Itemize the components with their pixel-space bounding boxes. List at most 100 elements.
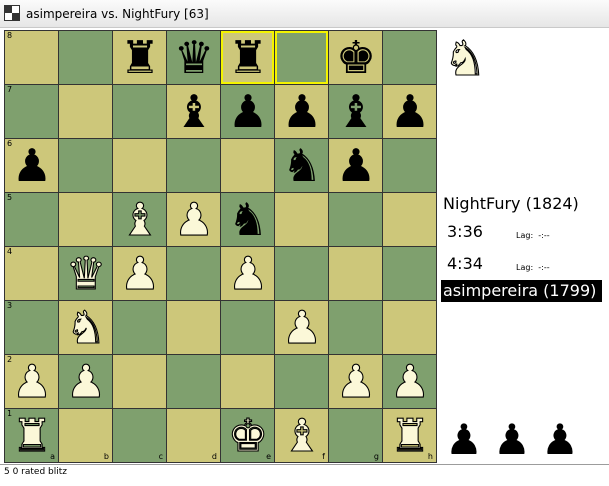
square-d4[interactable]	[167, 247, 221, 301]
black-bishop-piece[interactable]: ♝	[329, 85, 383, 139]
black-queen-piece[interactable]: ♛	[167, 31, 221, 85]
square-a4[interactable]: 4	[5, 247, 59, 301]
square-c4[interactable]: ♟	[113, 246, 167, 301]
black-king-piece[interactable]: ♚	[329, 31, 383, 85]
black-pawn-piece[interactable]: ♟	[5, 139, 59, 193]
rank-label: 3	[7, 301, 13, 310]
white-king-piece[interactable]: ♚	[221, 408, 275, 463]
white-rook-piece[interactable]: ♜	[5, 408, 59, 463]
square-h8[interactable]	[383, 31, 437, 85]
square-g3[interactable]	[329, 301, 383, 355]
white-pawn-piece[interactable]: ♟	[221, 246, 275, 301]
square-a1[interactable]: 1 a ♜	[5, 408, 59, 463]
square-b5[interactable]	[59, 193, 113, 247]
square-c3[interactable]	[113, 301, 167, 355]
square-a8[interactable]: 8	[5, 31, 59, 85]
square-f7[interactable]: ♟	[275, 85, 329, 139]
square-b8[interactable]	[59, 31, 113, 85]
square-h2[interactable]: ♟	[383, 354, 437, 409]
white-bishop-piece[interactable]: ♝	[113, 192, 167, 247]
square-g8[interactable]: ♚	[329, 31, 383, 85]
white-pawn-piece[interactable]: ♟	[383, 354, 437, 409]
square-b7[interactable]	[59, 85, 113, 139]
square-a5[interactable]: 5	[5, 193, 59, 247]
square-h3[interactable]	[383, 301, 437, 355]
square-c1[interactable]: c	[113, 409, 167, 463]
square-d8[interactable]: ♛	[167, 31, 221, 85]
square-a6[interactable]: 6 ♟	[5, 139, 59, 193]
window-titlebar[interactable]: asimpereira vs. NightFury [63]	[0, 0, 609, 28]
square-e7[interactable]: ♟	[221, 85, 275, 139]
square-c7[interactable]	[113, 85, 167, 139]
square-c8[interactable]: ♜	[113, 31, 167, 85]
square-f5[interactable]	[275, 193, 329, 247]
square-h5[interactable]	[383, 193, 437, 247]
square-h4[interactable]	[383, 247, 437, 301]
square-h1[interactable]: h ♜	[383, 408, 437, 463]
promotion-piece-knight[interactable]: ♞	[438, 31, 492, 86]
black-bishop-piece[interactable]: ♝	[167, 85, 221, 139]
square-b1[interactable]: b	[59, 409, 113, 463]
square-e3[interactable]	[221, 301, 275, 355]
square-d6[interactable]	[167, 139, 221, 193]
square-a2[interactable]: 2 ♟	[5, 354, 59, 409]
square-c5[interactable]: ♝	[113, 192, 167, 247]
square-f1[interactable]: f ♝	[275, 408, 329, 463]
square-e1[interactable]: e ♚	[221, 408, 275, 463]
black-pawn-piece[interactable]: ♟	[221, 85, 275, 139]
square-d2[interactable]	[167, 355, 221, 409]
black-pawn-piece[interactable]: ♟	[329, 139, 383, 193]
square-d1[interactable]: d	[167, 409, 221, 463]
top-player-name: NightFury (1824)	[443, 194, 579, 213]
black-knight-piece[interactable]: ♞	[275, 139, 329, 193]
white-pawn-piece[interactable]: ♟	[59, 354, 113, 409]
square-e6[interactable]	[221, 139, 275, 193]
black-pawn-piece[interactable]: ♟	[383, 85, 437, 139]
square-b6[interactable]	[59, 139, 113, 193]
square-g6[interactable]: ♟	[329, 139, 383, 193]
square-d5[interactable]: ♟	[167, 192, 221, 247]
white-rook-piece[interactable]: ♜	[383, 408, 437, 463]
black-rook-piece[interactable]: ♜	[113, 31, 167, 85]
square-h7[interactable]: ♟	[383, 85, 437, 139]
white-pawn-piece[interactable]: ♟	[275, 300, 329, 355]
white-bishop-piece[interactable]: ♝	[275, 408, 329, 463]
square-e5[interactable]: ♞	[221, 193, 275, 247]
square-d7[interactable]: ♝	[167, 85, 221, 139]
square-g2[interactable]: ♟	[329, 354, 383, 409]
captured-black-pawn: ♟	[445, 415, 483, 464]
square-f4[interactable]	[275, 247, 329, 301]
square-e8[interactable]: ♜	[221, 31, 275, 85]
chess-board[interactable]: 8 ♜ ♛ ♜ ♚ 7 ♝ ♟ ♟ ♝ ♟ 6 ♟ ♞ ♟ 5 ♝ ♟ ♞ 4 ♛ ♟ ♟ 3 ♞ ♟ 2 ♟ ♟ ♟ ♟ 1 a ♜ b c d e ♚ f…	[4, 30, 437, 463]
black-pawn-piece[interactable]: ♟	[275, 85, 329, 139]
white-knight-piece[interactable]: ♞	[59, 300, 113, 355]
square-c6[interactable]	[113, 139, 167, 193]
game-type-status: 5 0 rated blitz	[4, 467, 67, 477]
square-f2[interactable]	[275, 355, 329, 409]
square-e4[interactable]: ♟	[221, 246, 275, 301]
square-h6[interactable]	[383, 139, 437, 193]
square-g4[interactable]	[329, 247, 383, 301]
black-knight-piece[interactable]: ♞	[221, 193, 275, 247]
square-g7[interactable]: ♝	[329, 85, 383, 139]
file-label: d	[211, 452, 217, 461]
white-pawn-piece[interactable]: ♟	[167, 192, 221, 247]
square-e2[interactable]	[221, 355, 275, 409]
square-a3[interactable]: 3	[5, 301, 59, 355]
square-b4[interactable]: ♛	[59, 246, 113, 301]
square-g1[interactable]: g	[329, 409, 383, 463]
square-f8[interactable]	[275, 31, 329, 85]
square-a7[interactable]: 7	[5, 85, 59, 139]
white-pawn-piece[interactable]: ♟	[113, 246, 167, 301]
square-f3[interactable]: ♟	[275, 300, 329, 355]
white-pawn-piece[interactable]: ♟	[329, 354, 383, 409]
square-f6[interactable]: ♞	[275, 139, 329, 193]
square-b2[interactable]: ♟	[59, 354, 113, 409]
black-rook-piece[interactable]: ♜	[221, 31, 275, 85]
square-c2[interactable]	[113, 355, 167, 409]
square-g5[interactable]	[329, 193, 383, 247]
square-b3[interactable]: ♞	[59, 300, 113, 355]
white-pawn-piece[interactable]: ♟	[5, 354, 59, 409]
white-queen-piece[interactable]: ♛	[59, 246, 113, 301]
square-d3[interactable]	[167, 301, 221, 355]
